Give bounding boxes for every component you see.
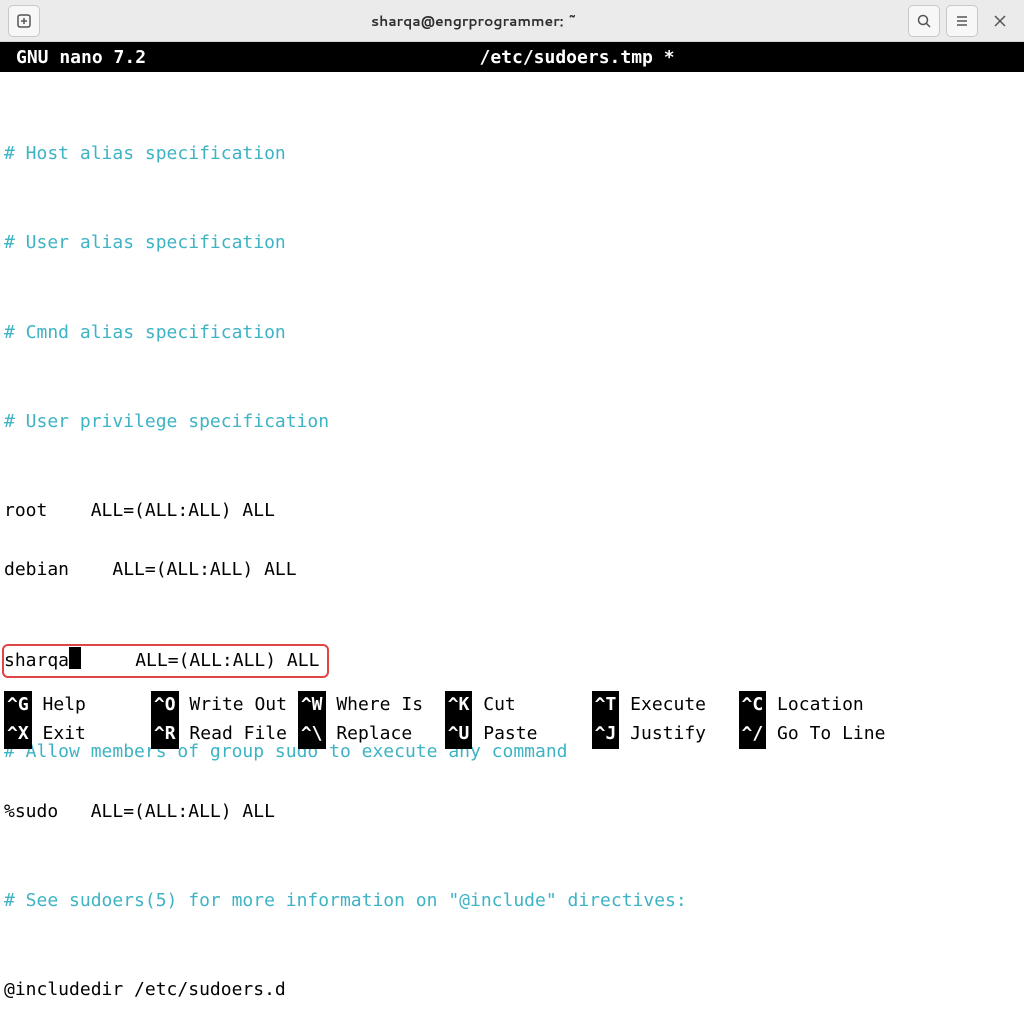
shortcut-label: Execute: [619, 691, 738, 720]
shortcut-key: ^X: [4, 720, 32, 749]
close-icon: [993, 14, 1007, 28]
editor-content[interactable]: # Host alias specification # User alias …: [0, 72, 1024, 1034]
shortcut-row: ^X Exit ^R Read File ^\ Replace ^U Paste…: [4, 720, 1020, 749]
shortcut-item: ^X Exit: [4, 720, 151, 749]
shortcut-key: ^O: [151, 691, 179, 720]
shortcut-item: ^J Justify: [592, 720, 739, 749]
nano-shortcut-bar: ^G Help ^O Write Out ^W Where Is ^K Cut …: [0, 689, 1024, 753]
shortcut-key: ^G: [4, 691, 32, 720]
shortcut-label: Where Is: [326, 691, 445, 720]
shortcut-item: ^U Paste: [445, 720, 592, 749]
shortcut-item: ^G Help: [4, 691, 151, 720]
nano-app-name: GNU nano 7.2: [16, 47, 146, 68]
shortcut-label: Exit: [32, 720, 151, 749]
sudoers-line: root ALL=(ALL:ALL) ALL: [4, 496, 1020, 526]
shortcut-label: Go To Line: [766, 720, 885, 749]
comment-line: # Host alias specification: [4, 139, 1020, 169]
shortcut-label: Justify: [619, 720, 738, 749]
shortcut-label: Replace: [326, 720, 445, 749]
search-icon: [916, 13, 932, 29]
comment-line: # User alias specification: [4, 228, 1020, 258]
shortcut-item: ^W Where Is: [298, 691, 445, 720]
shortcut-label: Read File: [179, 720, 298, 749]
search-button[interactable]: [908, 5, 940, 37]
shortcut-item: ^\ Replace: [298, 720, 445, 749]
new-tab-icon: [16, 13, 32, 29]
shortcut-label: Help: [32, 691, 151, 720]
shortcut-key: ^C: [739, 691, 767, 720]
shortcut-item: ^/ Go To Line: [739, 720, 886, 749]
close-button[interactable]: [984, 5, 1016, 37]
shortcut-key: ^U: [445, 720, 473, 749]
shortcut-key: ^K: [445, 691, 473, 720]
shortcut-key: ^T: [592, 691, 620, 720]
shortcut-key: ^W: [298, 691, 326, 720]
window-titlebar: sharqa@engrprogrammer: ~: [0, 0, 1024, 42]
shortcut-key: ^R: [151, 720, 179, 749]
shortcut-label: Cut: [472, 691, 591, 720]
shortcut-item: ^K Cut: [445, 691, 592, 720]
shortcut-item: ^R Read File: [151, 720, 298, 749]
text-cursor: [69, 647, 81, 669]
new-tab-button[interactable]: [8, 5, 40, 37]
shortcut-item: ^T Execute: [592, 691, 739, 720]
comment-line: # See sudoers(5) for more information on…: [4, 886, 1020, 916]
sudoers-line: @includedir /etc/sudoers.d: [4, 975, 1020, 1005]
nano-header: GNU nano 7.2 /etc/sudoers.tmp *: [0, 42, 1024, 72]
shortcut-key: ^\: [298, 720, 326, 749]
shortcut-item: ^O Write Out: [151, 691, 298, 720]
shortcut-key: ^J: [592, 720, 620, 749]
shortcut-row: ^G Help ^O Write Out ^W Where Is ^K Cut …: [4, 691, 1020, 720]
comment-line: # Cmnd alias specification: [4, 318, 1020, 348]
shortcut-label: Write Out: [179, 691, 298, 720]
sudoers-line: debian ALL=(ALL:ALL) ALL: [4, 555, 1020, 585]
window-title: sharqa@engrprogrammer: ~: [40, 11, 908, 31]
comment-line: # User privilege specification: [4, 407, 1020, 437]
shortcut-label: Paste: [472, 720, 591, 749]
menu-button[interactable]: [946, 5, 978, 37]
nano-file-name: /etc/sudoers.tmp *: [146, 47, 1008, 68]
hamburger-icon: [954, 13, 970, 29]
highlighted-sudoers-line: sharqa ALL=(ALL:ALL) ALL: [4, 644, 1020, 678]
shortcut-label: Location: [766, 691, 864, 720]
sudoers-line: %sudo ALL=(ALL:ALL) ALL: [4, 797, 1020, 827]
shortcut-item: ^C Location: [739, 691, 864, 720]
shortcut-key: ^/: [739, 720, 767, 749]
